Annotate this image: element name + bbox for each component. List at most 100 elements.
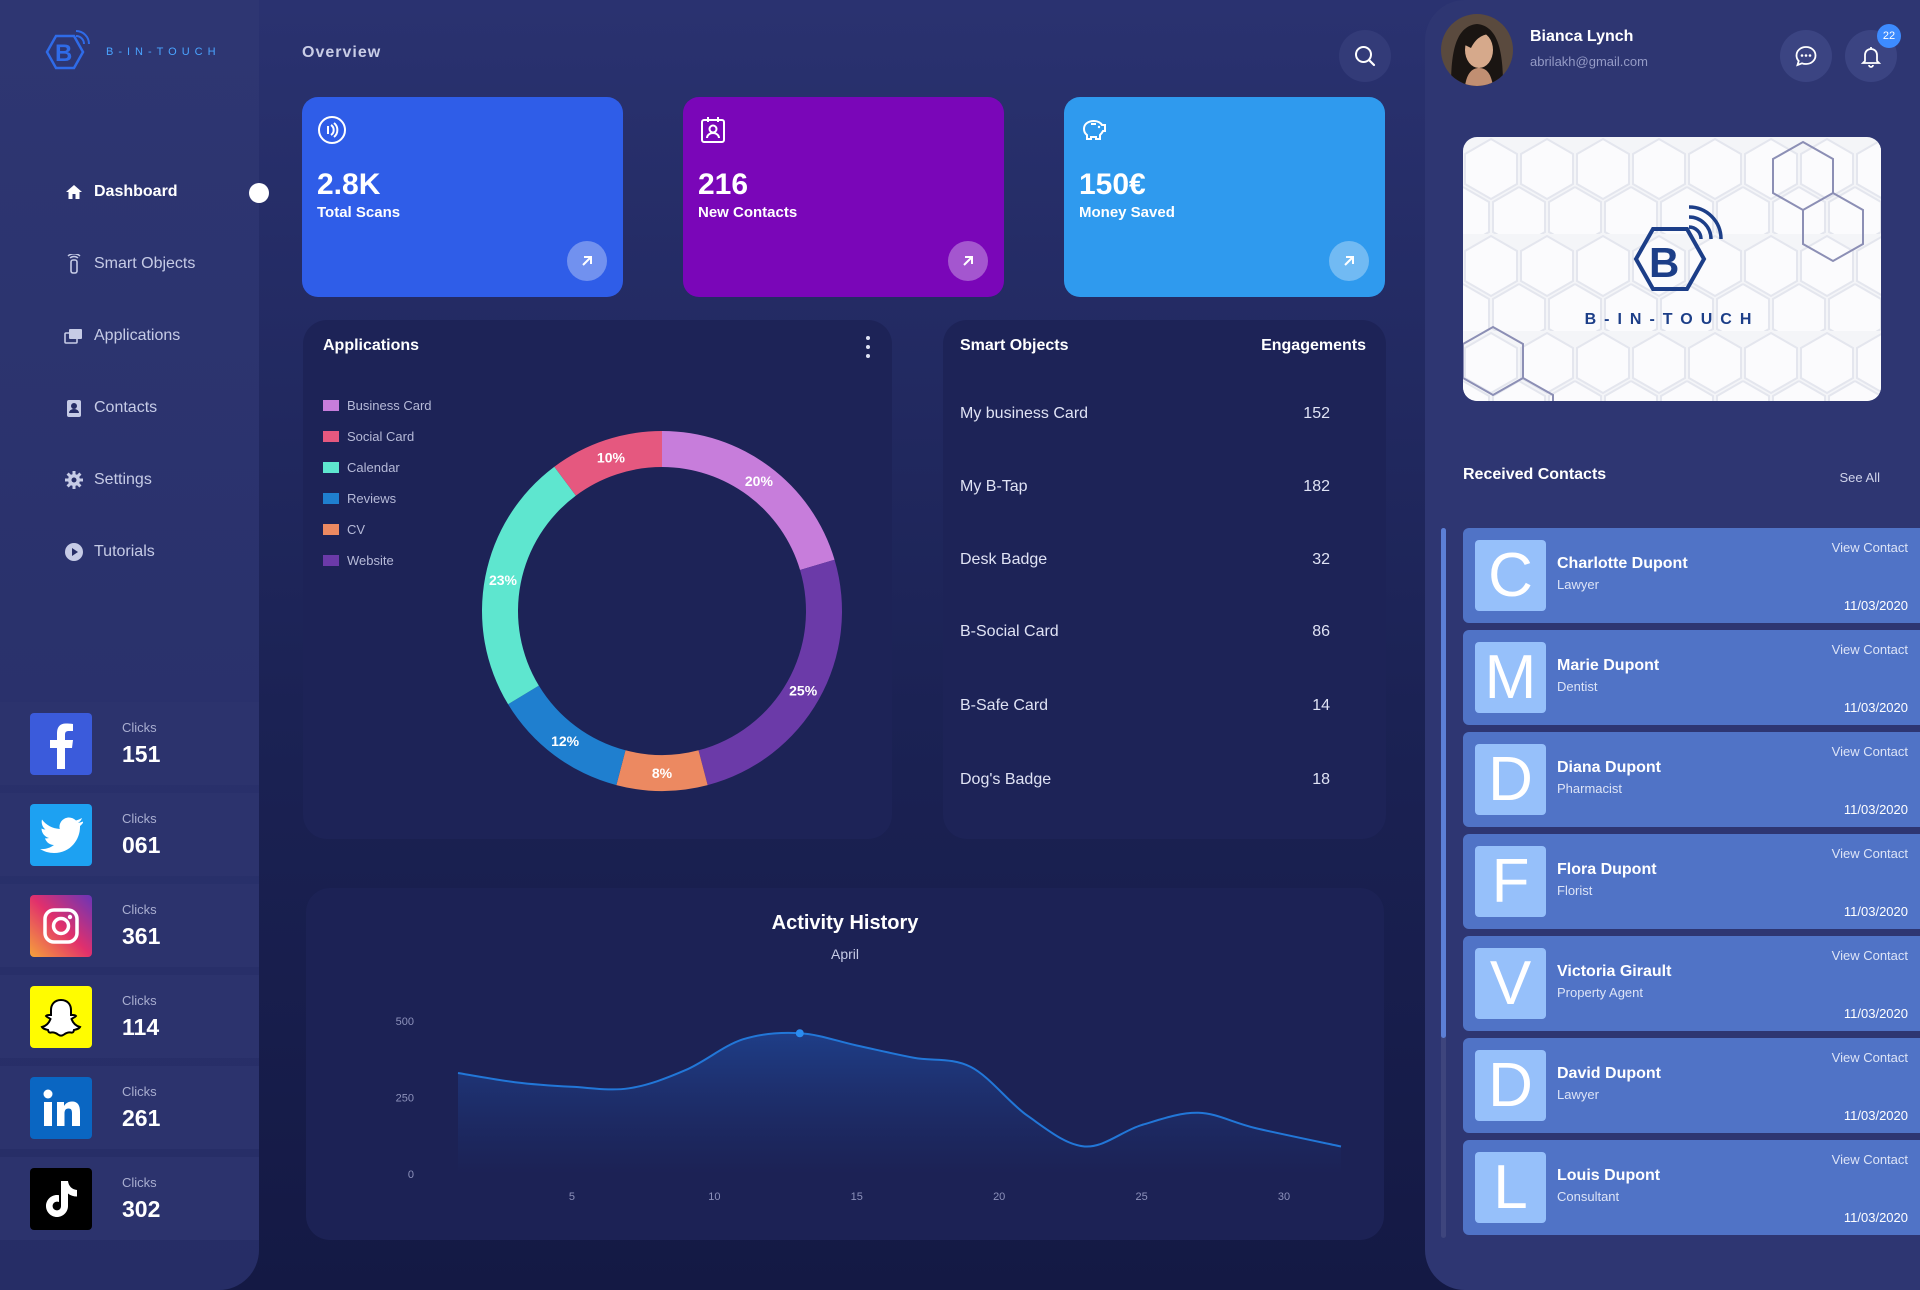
bell-icon <box>1860 47 1882 68</box>
view-contact-link[interactable]: View Contact <box>1832 948 1908 963</box>
table-row[interactable]: My B-Tap 182 <box>960 478 1360 496</box>
view-contact-link[interactable]: View Contact <box>1832 1152 1908 1167</box>
arrow-up-right-icon <box>1344 256 1354 266</box>
gear-icon <box>64 470 84 490</box>
highlight-point[interactable] <box>795 1029 804 1038</box>
engagement-count: 32 <box>1312 551 1330 568</box>
legend-swatch <box>323 555 339 566</box>
object-name: Desk Badge <box>960 551 1048 568</box>
object-name: Dog's Badge <box>960 771 1052 788</box>
brand-logo-icon: B <box>45 30 90 70</box>
contact-role: Lawyer <box>1557 577 1599 592</box>
play-icon <box>64 542 84 562</box>
social-facebook[interactable]: Clicks 151 <box>0 702 259 785</box>
stat-card-money-saved[interactable]: 150€ Money Saved <box>1064 97 1385 297</box>
kebab-dot <box>866 336 870 340</box>
chart-legend: Business Card Social Card Calendar Revie… <box>323 390 432 576</box>
legend-swatch <box>323 400 339 411</box>
open-button[interactable] <box>567 241 607 281</box>
stat-caption: Total Scans <box>317 204 401 221</box>
social-clicks: Clicks 151 Clicks 061 Clicks 361 Clicks 114 … <box>0 702 259 1248</box>
contact-card[interactable]: D David Dupont Lawyer View Contact 11/03… <box>1463 1038 1920 1133</box>
legend-item: Website <box>323 545 432 576</box>
social-instagram[interactable]: Clicks 361 <box>0 884 259 967</box>
search-button[interactable] <box>1339 30 1391 82</box>
notifications-button[interactable]: 22 <box>1845 24 1901 82</box>
contact-initial: M <box>1475 642 1546 713</box>
nav-item-dashboard[interactable]: Dashboard <box>0 156 269 228</box>
legend-swatch <box>323 524 339 535</box>
contact-initial: L <box>1475 1152 1546 1223</box>
brand-name: B-IN-TOUCH <box>106 46 221 58</box>
nav-label-applications: Applications <box>94 327 181 344</box>
table-row[interactable]: My business Card 152 <box>960 405 1360 423</box>
table-row[interactable]: Dog's Badge 18 <box>960 771 1360 789</box>
contact-card[interactable]: D Diana Dupont Pharmacist View Contact 1… <box>1463 732 1920 827</box>
open-button[interactable] <box>948 241 988 281</box>
panel-title: Applications <box>323 337 420 354</box>
nav-item-smart-objects[interactable]: Smart Objects <box>0 228 259 300</box>
open-button[interactable] <box>1329 241 1369 281</box>
contact-name: Victoria Girault <box>1557 963 1672 980</box>
table-row[interactable]: B-Safe Card 14 <box>960 697 1360 715</box>
y-tick-label: 250 <box>396 1093 414 1105</box>
social-twitter[interactable]: Clicks 061 <box>0 793 259 876</box>
messages-button[interactable] <box>1780 30 1832 82</box>
slice-label: 10% <box>597 449 626 465</box>
stat-caption: Money Saved <box>1079 204 1175 221</box>
social-label: Clicks <box>122 719 157 735</box>
main-nav: Dashboard Smart Objects Applications Con… <box>0 156 269 588</box>
stat-value: 150€ <box>1079 168 1146 201</box>
contact-name: Charlotte Dupont <box>1557 555 1688 572</box>
social-snapchat[interactable]: Clicks 114 <box>0 975 259 1058</box>
contact-date: 11/03/2020 <box>1843 700 1908 715</box>
contact-role: Property Agent <box>1557 985 1643 1000</box>
contact-card[interactable]: F Flora Dupont Florist View Contact 11/0… <box>1463 834 1920 929</box>
contact-card-icon <box>701 117 725 143</box>
linkedin-icon <box>30 1076 92 1139</box>
view-contact-link[interactable]: View Contact <box>1832 1050 1908 1065</box>
social-count: 114 <box>122 1013 160 1040</box>
scrollbar-thumb[interactable] <box>1441 528 1446 1038</box>
legend-label: Social Card <box>347 429 415 444</box>
view-contact-link[interactable]: View Contact <box>1832 846 1908 861</box>
table-row[interactable]: B-Social Card 86 <box>960 623 1360 641</box>
contact-card[interactable]: V Victoria Girault Property Agent View C… <box>1463 936 1920 1031</box>
avatar[interactable] <box>1441 14 1513 86</box>
social-tiktok[interactable]: Clicks 302 <box>0 1157 259 1240</box>
see-all-link[interactable]: See All <box>1840 470 1880 485</box>
stat-card-new-contacts[interactable]: 216 New Contacts <box>683 97 1004 297</box>
business-card-preview[interactable]: B B-IN-TOUCH <box>1463 137 1881 401</box>
view-contact-link[interactable]: View Contact <box>1832 642 1908 657</box>
contact-initial: V <box>1475 948 1546 1019</box>
engagement-count: 152 <box>1303 405 1330 422</box>
received-contacts-title: Received Contacts <box>1463 466 1607 483</box>
contact-card[interactable]: C Charlotte Dupont Lawyer View Contact 1… <box>1463 528 1920 623</box>
snapchat-icon <box>30 985 92 1048</box>
social-linkedin[interactable]: Clicks 261 <box>0 1066 259 1149</box>
contact-card[interactable]: L Louis Dupont Consultant View Contact 1… <box>1463 1140 1920 1235</box>
contact-role: Florist <box>1557 883 1593 898</box>
more-options-button[interactable] <box>862 336 874 358</box>
stat-card-total-scans[interactable]: 2.8K Total Scans <box>302 97 623 297</box>
donut-slice[interactable] <box>662 431 835 571</box>
social-label: Clicks <box>122 1174 157 1190</box>
nav-item-applications[interactable]: Applications <box>0 300 259 372</box>
nav-item-contacts[interactable]: Contacts <box>0 372 259 444</box>
contact-role: Pharmacist <box>1557 781 1623 796</box>
contact-card[interactable]: M Marie Dupont Dentist View Contact 11/0… <box>1463 630 1920 725</box>
object-name: B-Safe Card <box>960 697 1049 714</box>
view-contact-link[interactable]: View Contact <box>1832 744 1908 759</box>
engagement-count: 18 <box>1312 771 1330 788</box>
nav-item-tutorials[interactable]: Tutorials <box>0 516 259 588</box>
table-row[interactable]: Desk Badge 32 <box>960 551 1360 569</box>
smart-objects-panel: Smart Objects Engagements My business Ca… <box>943 320 1386 839</box>
nav-item-settings[interactable]: Settings <box>0 444 259 516</box>
user-portrait <box>1441 14 1513 86</box>
page-title: Overview <box>302 44 382 61</box>
brand-logo[interactable]: B B-IN-TOUCH <box>40 26 221 78</box>
view-contact-link[interactable]: View Contact <box>1832 540 1908 555</box>
legend-item: Business Card <box>323 390 432 421</box>
donut-slice[interactable] <box>698 559 842 786</box>
applications-icon <box>64 326 84 346</box>
